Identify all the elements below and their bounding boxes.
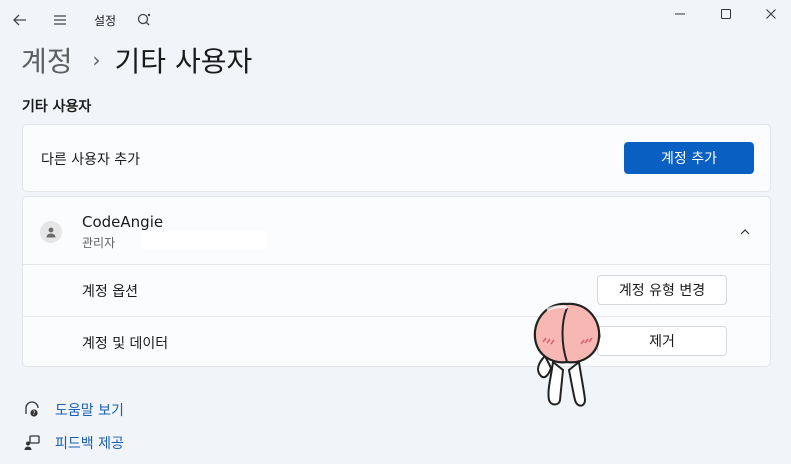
peach-character-sticker <box>529 300 605 412</box>
account-options-row: 계정 옵션 계정 유형 변경 <box>23 265 770 317</box>
breadcrumb-separator: › <box>92 48 101 72</box>
remove-button[interactable]: 제거 <box>597 326 727 356</box>
account-data-row: 계정 및 데이터 제거 <box>23 317 770 367</box>
account-data-label: 계정 및 데이터 <box>82 336 169 352</box>
section-title: 기타 사용자 <box>22 99 92 115</box>
help-icon: ? <box>22 400 42 420</box>
user-name: CodeAngie <box>82 213 164 231</box>
account-options-label: 계정 옵션 <box>82 284 138 300</box>
feedback-link[interactable]: 피드백 제공 <box>22 433 124 453</box>
help-label: 도움말 보기 <box>55 403 124 419</box>
app-title: 설정 <box>94 14 117 28</box>
svg-text:?: ? <box>32 410 35 417</box>
user-role: 관리자 <box>82 236 116 250</box>
person-icon <box>46 227 56 238</box>
user-header[interactable]: CodeAngie 관리자 <box>23 197 770 265</box>
hamburger-menu-icon[interactable] <box>47 7 73 33</box>
breadcrumb-parent[interactable]: 계정 <box>21 40 73 80</box>
breadcrumb: 계정 › 기타 사용자 <box>21 38 252 82</box>
settings-app-icon <box>136 11 152 27</box>
title-bar: 설정 <box>0 0 791 40</box>
add-user-card: 다른 사용자 추가 계정 추가 <box>22 124 771 192</box>
minimize-icon[interactable] <box>657 0 703 28</box>
add-account-button[interactable]: 계정 추가 <box>624 142 754 174</box>
chevron-up-icon[interactable] <box>734 221 756 243</box>
back-arrow-icon[interactable] <box>7 7 33 33</box>
change-account-type-button[interactable]: 계정 유형 변경 <box>597 275 727 305</box>
page-title: 기타 사용자 <box>114 45 253 78</box>
avatar <box>40 221 62 243</box>
feedback-label: 피드백 제공 <box>55 436 124 452</box>
close-icon[interactable] <box>748 0 791 28</box>
maximize-icon[interactable] <box>703 0 749 28</box>
help-link[interactable]: ? 도움말 보기 <box>22 400 124 420</box>
redaction-box <box>141 231 267 249</box>
feedback-icon <box>22 433 42 453</box>
user-card: CodeAngie 관리자 계정 옵션 계정 유형 변경 계정 및 데이터 제거 <box>22 196 771 367</box>
add-user-label: 다른 사용자 추가 <box>41 152 141 168</box>
